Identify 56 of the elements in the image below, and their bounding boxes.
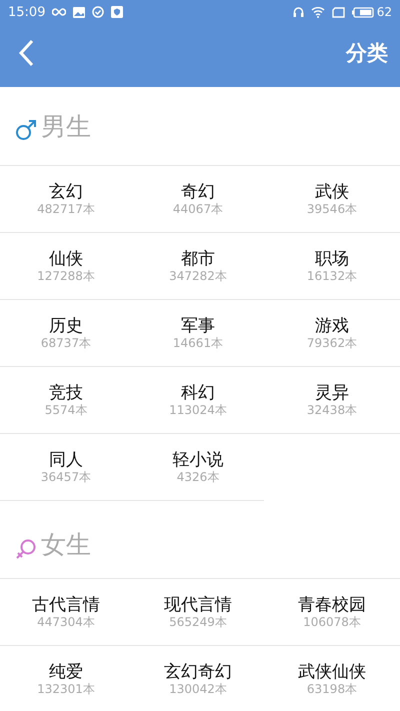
book-count: 127288本 bbox=[37, 268, 95, 284]
status-time: 15:09 bbox=[8, 4, 46, 20]
battery-icon bbox=[352, 6, 374, 18]
shield-icon bbox=[111, 6, 124, 18]
category-name[interactable]: 玄幻 bbox=[49, 182, 83, 202]
category-name[interactable]: 历史 bbox=[49, 316, 83, 336]
category-name[interactable]: 科幻 bbox=[181, 382, 215, 402]
section-title: 男生 bbox=[41, 110, 91, 142]
category-name[interactable]: 武侠 bbox=[315, 182, 349, 202]
book-count: 14661本 bbox=[172, 336, 224, 350]
book-count: 447304本 bbox=[37, 614, 95, 630]
category-name[interactable]: 纯爱 bbox=[49, 662, 83, 682]
headset-icon bbox=[292, 6, 304, 18]
category-name[interactable]: 玄幻奇幻 bbox=[164, 662, 232, 682]
back-icon[interactable] bbox=[18, 39, 34, 67]
category-name[interactable]: 军事 bbox=[181, 316, 215, 336]
book-count: 44067本 bbox=[172, 202, 224, 216]
male-symbol-icon bbox=[15, 119, 37, 141]
book-count: 36457本 bbox=[40, 470, 92, 484]
female-symbol-icon bbox=[15, 538, 37, 560]
category-name[interactable]: 游戏 bbox=[315, 316, 349, 336]
category-name[interactable]: 灵异 bbox=[315, 382, 349, 402]
category-name[interactable]: 奇幻 bbox=[181, 182, 215, 202]
page-title: 分类 bbox=[346, 40, 388, 67]
book-count: 106078本 bbox=[303, 614, 361, 630]
book-count: 32438本 bbox=[306, 402, 358, 418]
infinity-icon bbox=[52, 8, 66, 16]
category-name[interactable]: 轻小说 bbox=[172, 450, 224, 470]
sim-card-icon bbox=[332, 6, 345, 18]
book-count: 565249本 bbox=[169, 614, 227, 630]
book-count: 16132本 bbox=[306, 268, 358, 284]
category-name[interactable]: 仙侠 bbox=[49, 248, 83, 268]
category-name[interactable]: 青春校园 bbox=[298, 594, 366, 614]
book-count: 130042本 bbox=[169, 682, 227, 696]
category-name[interactable]: 古代言情 bbox=[32, 594, 100, 614]
book-count: 4326本 bbox=[176, 470, 220, 484]
book-count: 5574本 bbox=[44, 402, 88, 418]
book-count: 63198本 bbox=[306, 682, 358, 696]
book-count: 39546本 bbox=[306, 202, 358, 216]
image-icon bbox=[73, 6, 86, 18]
section-title: 女生 bbox=[41, 529, 91, 561]
category-name[interactable]: 现代言情 bbox=[164, 594, 232, 614]
check-circle-icon bbox=[92, 6, 104, 18]
category-name[interactable]: 职场 bbox=[315, 248, 349, 268]
category-name[interactable]: 同人 bbox=[49, 450, 83, 470]
book-count: 347282本 bbox=[169, 268, 227, 284]
book-count: 113024本 bbox=[169, 402, 227, 418]
wifi-icon bbox=[310, 6, 325, 18]
book-count: 79362本 bbox=[306, 336, 358, 350]
book-count: 482717本 bbox=[37, 202, 95, 216]
category-name[interactable]: 竞技 bbox=[49, 382, 83, 402]
battery-level: 62 bbox=[376, 5, 392, 19]
book-count: 68737本 bbox=[40, 336, 92, 350]
book-count: 132301本 bbox=[37, 682, 95, 696]
category-name[interactable]: 都市 bbox=[181, 248, 215, 268]
category-name[interactable]: 武侠仙侠 bbox=[298, 662, 366, 682]
